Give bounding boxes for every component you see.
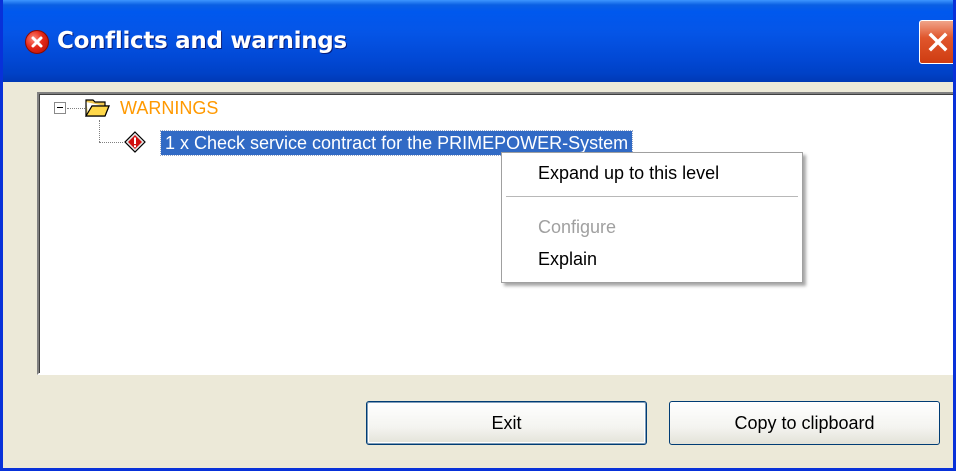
- warnings-tree[interactable]: WARNINGS 1 x Check service contract for …: [37, 92, 953, 375]
- warning-diamond-icon: [124, 131, 146, 153]
- exit-button[interactable]: Exit: [366, 401, 647, 445]
- menu-item-explain[interactable]: Explain: [538, 249, 597, 270]
- window-title: Conflicts and warnings: [57, 28, 347, 54]
- collapse-toggle-icon[interactable]: [54, 102, 66, 114]
- tree-connector: [99, 142, 123, 143]
- tree-root-warnings[interactable]: WARNINGS: [120, 98, 218, 119]
- close-button[interactable]: [919, 20, 953, 64]
- conflicts-dialog: Conflicts and warnings WARNINGS 1 x Chec…: [0, 0, 956, 471]
- tree-connector: [67, 108, 85, 109]
- menu-item-configure[interactable]: Configure: [538, 217, 616, 238]
- folder-open-icon: [84, 98, 111, 118]
- copy-to-clipboard-button[interactable]: Copy to clipboard: [669, 401, 940, 445]
- context-menu: Expand up to this level Configure Explai…: [501, 152, 803, 283]
- error-icon: [25, 30, 49, 54]
- tree-connector: [99, 120, 100, 142]
- close-icon: [928, 32, 948, 52]
- menu-separator: [506, 196, 798, 197]
- title-bar[interactable]: Conflicts and warnings: [3, 0, 953, 82]
- menu-item-expand[interactable]: Expand up to this level: [538, 163, 719, 184]
